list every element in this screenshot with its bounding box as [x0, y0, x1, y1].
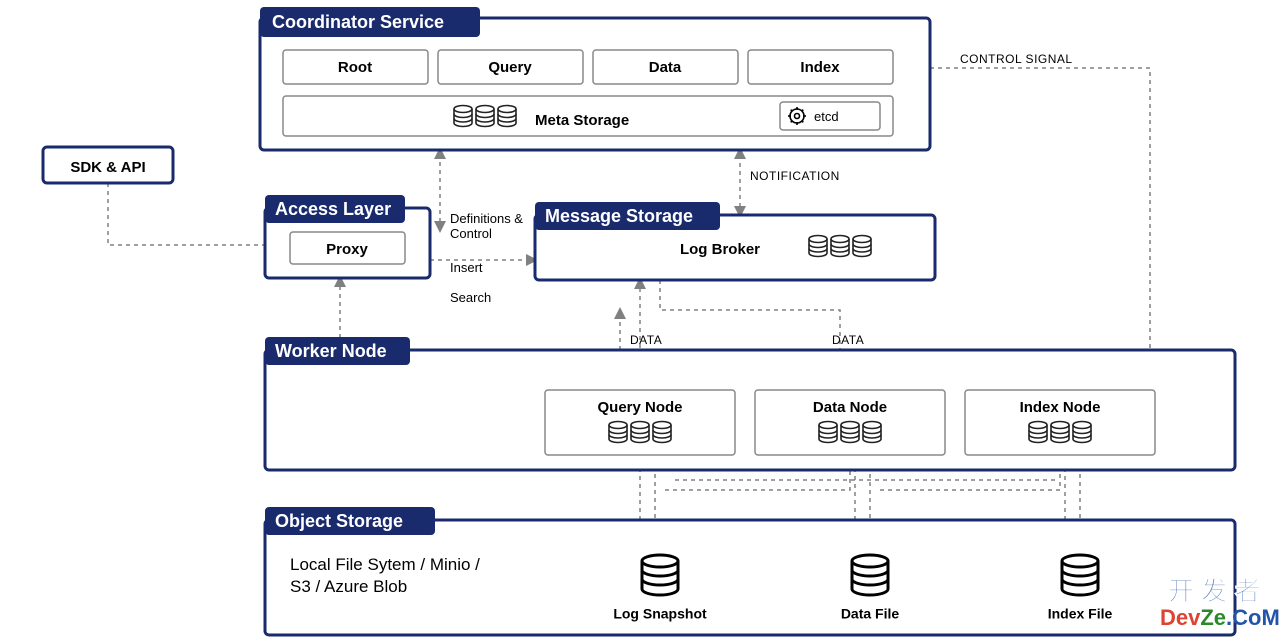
- proxy-label: Proxy: [326, 241, 368, 258]
- data-node-label: Data Node: [813, 399, 887, 416]
- coordinator-service: Coordinator Service Root Query Data Inde…: [260, 7, 930, 150]
- edge-control-signal: CONTROL SIGNAL: [960, 52, 1073, 66]
- edge-data-1: DATA: [630, 333, 662, 347]
- message-title: Message Storage: [545, 206, 693, 226]
- edge-defs: Definitions &: [450, 211, 523, 226]
- edge-insert: Insert: [450, 260, 483, 275]
- sdk-box: SDK & API: [43, 147, 173, 183]
- edge-data-2: DATA: [832, 333, 864, 347]
- edge-control: Control: [450, 226, 492, 241]
- worker-node: Worker Node Query Node Data Node Index N…: [265, 337, 1235, 470]
- object-desc-2: S3 / Azure Blob: [290, 577, 407, 596]
- index-node-label: Index Node: [1020, 399, 1101, 416]
- meta-storage-label: Meta Storage: [535, 112, 629, 129]
- access-title: Access Layer: [275, 199, 391, 219]
- worker-title: Worker Node: [275, 341, 387, 361]
- log-snapshot-label: Log Snapshot: [613, 606, 707, 622]
- data-file-label: Data File: [841, 606, 900, 622]
- index-file-label: Index File: [1048, 606, 1113, 622]
- object-desc-1: Local File Sytem / Minio /: [290, 555, 480, 574]
- tab-query: Query: [488, 59, 532, 76]
- log-broker-label: Log Broker: [680, 241, 760, 258]
- watermark: 开 发 者 DevZe.CoM: [1160, 576, 1280, 630]
- query-node-label: Query Node: [597, 399, 682, 416]
- tab-root: Root: [338, 59, 372, 76]
- etcd-label: etcd: [814, 109, 839, 124]
- tab-index: Index: [800, 59, 840, 76]
- tab-data: Data: [649, 59, 682, 76]
- message-storage: Message Storage Log Broker: [535, 202, 935, 280]
- svg-text:开 发 者: 开 发 者: [1168, 576, 1260, 606]
- access-layer: Access Layer Proxy: [265, 195, 430, 278]
- edge-search: Search: [450, 290, 491, 305]
- sdk-label: SDK & API: [70, 159, 145, 176]
- coordinator-title: Coordinator Service: [272, 12, 444, 32]
- object-storage: Object Storage Local File Sytem / Minio …: [265, 507, 1235, 635]
- svg-text:DevZe.CoM: DevZe.CoM: [1160, 605, 1280, 630]
- object-title: Object Storage: [275, 511, 403, 531]
- edge-notification: NOTIFICATION: [750, 169, 840, 183]
